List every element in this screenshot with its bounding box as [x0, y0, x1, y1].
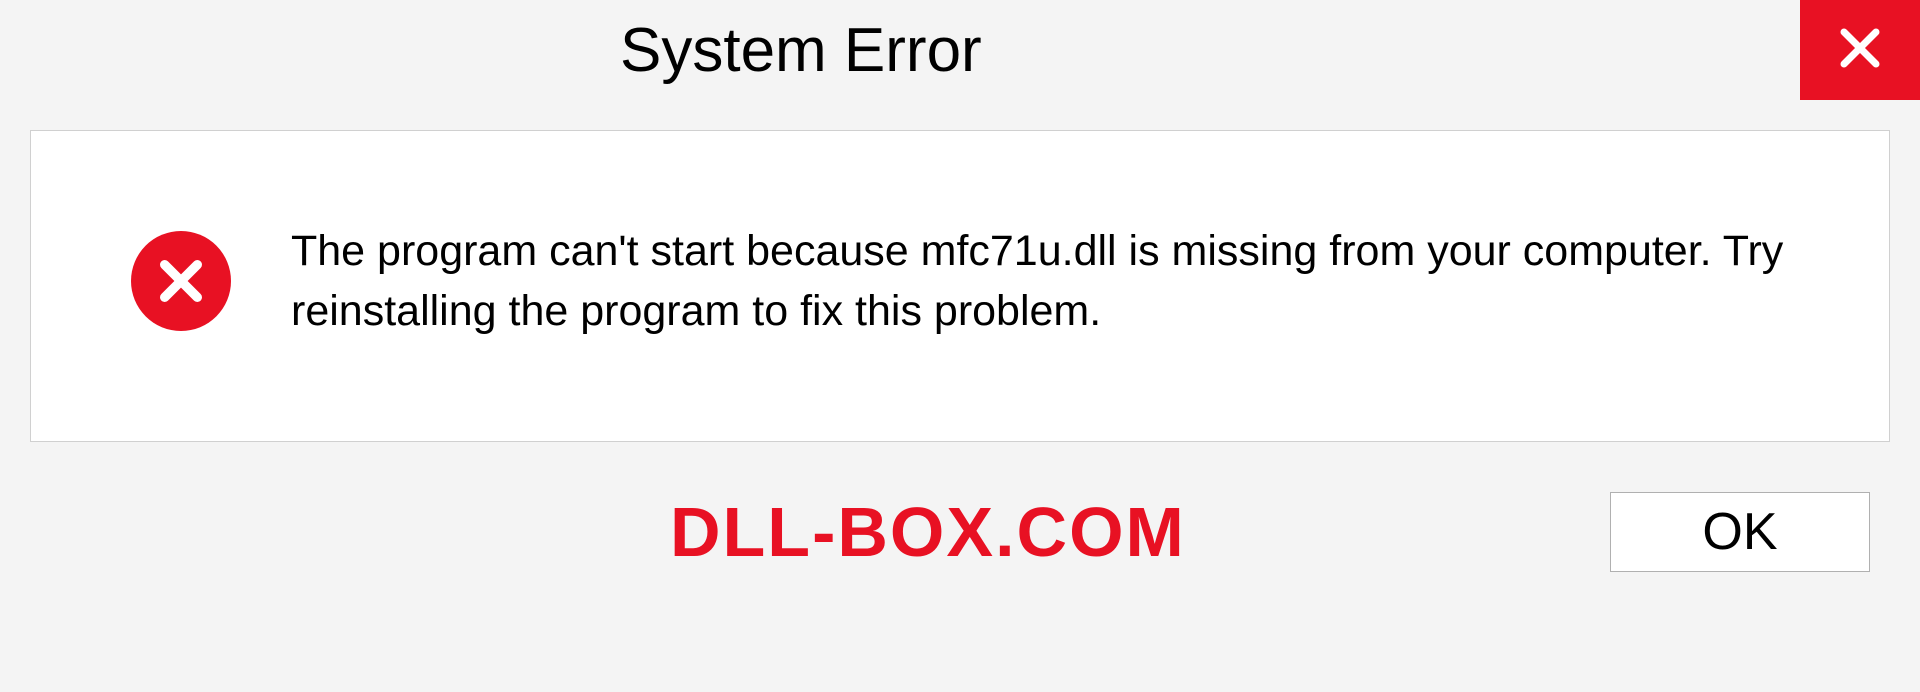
close-button[interactable]: [1800, 0, 1920, 100]
titlebar: System Error: [0, 0, 1920, 100]
dialog-content: The program can't start because mfc71u.d…: [30, 130, 1890, 442]
dialog-footer: DLL-BOX.COM OK: [30, 492, 1890, 572]
error-icon: [131, 231, 231, 331]
error-message: The program can't start because mfc71u.d…: [291, 221, 1829, 341]
dialog-title: System Error: [620, 15, 982, 86]
ok-button[interactable]: OK: [1610, 492, 1870, 572]
close-icon: [1836, 24, 1884, 77]
watermark-text: DLL-BOX.COM: [670, 492, 1186, 572]
